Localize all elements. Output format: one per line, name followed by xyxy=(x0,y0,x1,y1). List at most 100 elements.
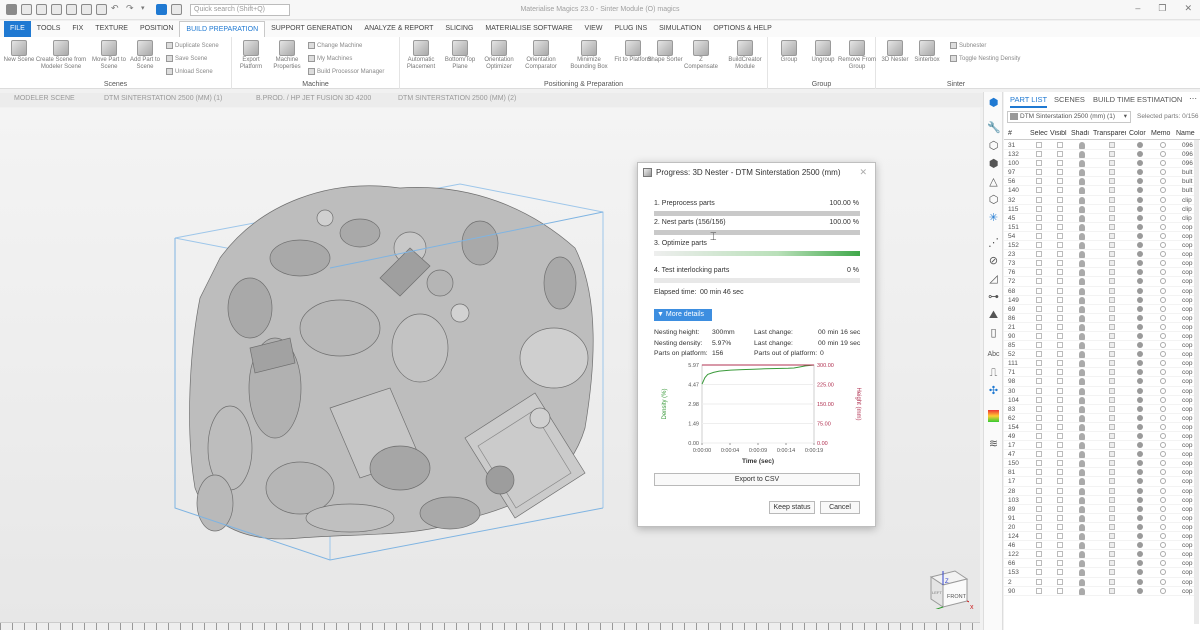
select-checkbox[interactable] xyxy=(1036,142,1042,148)
table-row[interactable]: 154 cop xyxy=(1004,423,1196,432)
select-checkbox[interactable] xyxy=(1036,587,1042,594)
table-row[interactable]: 23 cop xyxy=(1004,250,1196,260)
shading-icon[interactable] xyxy=(1079,460,1085,468)
shading-icon[interactable] xyxy=(1079,278,1085,286)
shading-icon[interactable] xyxy=(1079,551,1085,559)
menu-position[interactable]: POSITION xyxy=(134,21,179,37)
shading-icon[interactable] xyxy=(1079,360,1085,368)
memo-icon[interactable] xyxy=(1160,314,1166,321)
color-swatch[interactable] xyxy=(1137,314,1143,321)
visible-checkbox[interactable] xyxy=(1057,423,1063,430)
shading-icon[interactable] xyxy=(1079,151,1085,159)
select-checkbox[interactable] xyxy=(1036,151,1042,158)
shading-icon[interactable] xyxy=(1079,251,1085,259)
shading-icon[interactable] xyxy=(1079,405,1085,413)
table-row[interactable]: 104 cop xyxy=(1004,396,1196,405)
select-checkbox[interactable] xyxy=(1036,542,1042,549)
shading-icon[interactable] xyxy=(1079,414,1085,422)
shading-icon[interactable] xyxy=(1079,351,1085,359)
visible-checkbox[interactable] xyxy=(1057,442,1063,449)
visible-checkbox[interactable] xyxy=(1057,523,1063,530)
table-row[interactable]: 111 cop xyxy=(1004,359,1196,369)
star-icon[interactable]: ✳ xyxy=(987,212,1000,224)
memo-icon[interactable] xyxy=(1160,351,1166,358)
visible-checkbox[interactable] xyxy=(1057,296,1063,303)
table-row[interactable]: 2 cop xyxy=(1004,578,1196,587)
shading-icon[interactable] xyxy=(1079,160,1085,168)
menu-view[interactable]: VIEW xyxy=(579,21,609,37)
table-row[interactable]: 86 cop xyxy=(1004,314,1196,323)
visible-checkbox[interactable] xyxy=(1057,505,1063,512)
automatic-placement-button[interactable]: Automatic Placement xyxy=(402,37,440,71)
color-swatch[interactable] xyxy=(1137,523,1143,530)
transparency-icon[interactable] xyxy=(1109,214,1115,221)
menu-tools[interactable]: TOOLS xyxy=(31,21,67,37)
shading-icon[interactable] xyxy=(1079,496,1085,504)
table-row[interactable]: 17 cop xyxy=(1004,477,1196,487)
color-swatch[interactable] xyxy=(1137,533,1143,540)
select-checkbox[interactable] xyxy=(1036,505,1042,512)
table-row[interactable]: 62 cop xyxy=(1004,414,1196,423)
orientation-comparator-button[interactable]: Orientation Comparator xyxy=(522,37,560,71)
transparency-icon[interactable] xyxy=(1109,505,1115,512)
shading-icon[interactable] xyxy=(1079,442,1085,450)
table-row[interactable]: 100 096 xyxy=(1004,159,1196,169)
visible-checkbox[interactable] xyxy=(1057,169,1063,176)
memo-icon[interactable] xyxy=(1160,469,1166,476)
shading-icon[interactable] xyxy=(1079,342,1085,350)
visible-checkbox[interactable] xyxy=(1057,151,1063,158)
visible-checkbox[interactable] xyxy=(1057,187,1063,194)
visible-checkbox[interactable] xyxy=(1057,342,1063,349)
memo-icon[interactable] xyxy=(1160,514,1166,521)
memo-icon[interactable] xyxy=(1160,451,1166,458)
memo-icon[interactable] xyxy=(1160,505,1166,512)
color-swatch[interactable] xyxy=(1137,342,1143,349)
shading-icon[interactable] xyxy=(1079,305,1085,313)
transparency-icon[interactable] xyxy=(1109,160,1115,167)
transparency-icon[interactable] xyxy=(1109,187,1115,194)
color-swatch[interactable] xyxy=(1137,378,1143,385)
select-checkbox[interactable] xyxy=(1036,178,1042,185)
color-swatch[interactable] xyxy=(1137,569,1143,576)
build-processor-manager-button[interactable]: Build Processor Manager xyxy=(308,68,384,75)
memo-icon[interactable] xyxy=(1160,232,1166,239)
memo-icon[interactable] xyxy=(1160,487,1166,494)
memo-icon[interactable] xyxy=(1160,332,1166,339)
memo-icon[interactable] xyxy=(1160,378,1166,385)
shading-icon[interactable] xyxy=(1079,578,1085,586)
shading-icon[interactable] xyxy=(1079,451,1085,459)
select-checkbox[interactable] xyxy=(1036,405,1042,412)
table-row[interactable]: 89 cop xyxy=(1004,505,1196,514)
shading-icon[interactable] xyxy=(1079,187,1085,195)
transparency-icon[interactable] xyxy=(1109,433,1115,439)
shading-icon[interactable] xyxy=(1079,178,1085,186)
visible-checkbox[interactable] xyxy=(1057,251,1063,258)
transparency-icon[interactable] xyxy=(1109,487,1115,494)
visible-checkbox[interactable] xyxy=(1057,142,1063,148)
visible-checkbox[interactable] xyxy=(1057,278,1063,285)
color-swatch[interactable] xyxy=(1137,251,1143,258)
shading-icon[interactable] xyxy=(1079,314,1085,322)
visible-checkbox[interactable] xyxy=(1057,196,1063,203)
col-shading[interactable]: Shadi xyxy=(1071,130,1090,137)
col-memo[interactable]: Memo xyxy=(1151,130,1173,137)
transparency-icon[interactable] xyxy=(1109,232,1115,239)
select-checkbox[interactable] xyxy=(1036,269,1042,276)
close-icon[interactable]: ✕ xyxy=(859,167,867,178)
select-checkbox[interactable] xyxy=(1036,478,1042,485)
table-row[interactable]: 140 bult xyxy=(1004,186,1196,196)
table-row[interactable]: 83 cop xyxy=(1004,405,1196,414)
transparency-icon[interactable] xyxy=(1109,423,1115,430)
transparency-icon[interactable] xyxy=(1109,142,1115,148)
transparency-icon[interactable] xyxy=(1109,369,1115,376)
visible-checkbox[interactable] xyxy=(1057,314,1063,321)
shading-icon[interactable] xyxy=(1079,587,1085,595)
transparency-icon[interactable] xyxy=(1109,205,1115,212)
transparency-icon[interactable] xyxy=(1109,296,1115,303)
platform-selector[interactable]: DTM Sinterstation 2500 (mm) (1) ▾ xyxy=(1007,111,1131,123)
select-checkbox[interactable] xyxy=(1036,523,1042,530)
transparency-icon[interactable] xyxy=(1109,569,1115,576)
color-swatch[interactable] xyxy=(1137,469,1143,476)
memo-icon[interactable] xyxy=(1160,569,1166,576)
color-swatch[interactable] xyxy=(1137,405,1143,412)
